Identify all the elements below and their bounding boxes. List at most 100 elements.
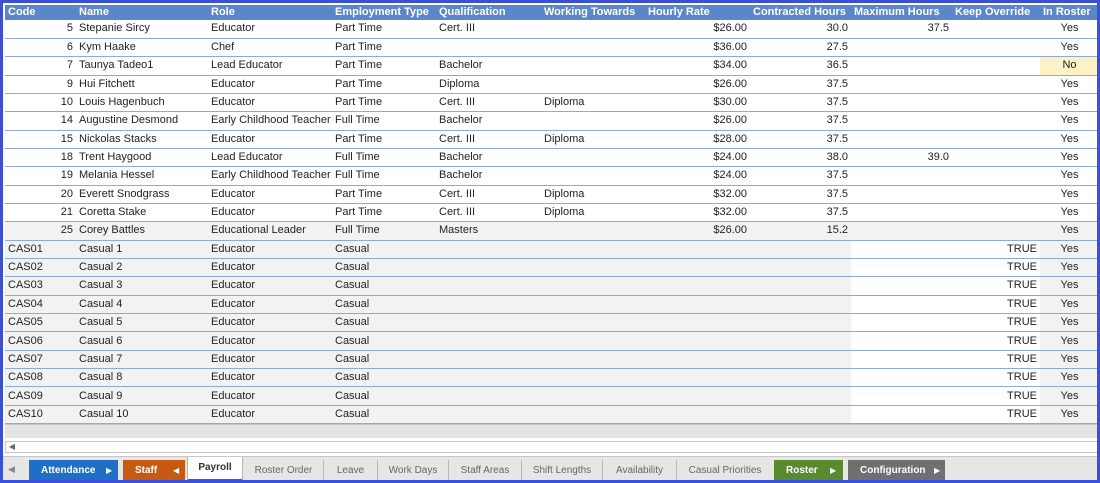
employment-type-cell[interactable]: Part Time <box>332 185 436 204</box>
employment-type-cell[interactable]: Casual <box>332 295 436 315</box>
column-header[interactable]: In Roster <box>1040 5 1097 20</box>
contracted-hours-cell[interactable] <box>750 240 851 259</box>
maximum-hours-cell[interactable] <box>851 56 952 76</box>
maximum-hours-cell[interactable] <box>851 221 952 241</box>
keep-override-cell[interactable] <box>952 185 1040 204</box>
qualification-cell[interactable]: Bachelor <box>436 148 541 168</box>
maximum-hours-cell[interactable]: 39.0 <box>851 148 952 168</box>
name-cell[interactable]: Louis Hagenbuch <box>76 93 208 113</box>
employment-type-cell[interactable]: Part Time <box>332 75 436 94</box>
role-cell[interactable]: Educator <box>208 93 332 113</box>
qualification-cell[interactable]: Diploma <box>436 75 541 94</box>
qualification-cell[interactable]: Masters <box>436 221 541 241</box>
name-cell[interactable]: Casual 6 <box>76 331 208 351</box>
hourly-rate-cell[interactable]: $32.00 <box>645 185 750 204</box>
tab-roster-order[interactable]: Roster Order <box>244 460 324 480</box>
role-cell[interactable]: Educator <box>208 313 332 333</box>
maximum-hours-cell[interactable] <box>851 93 952 113</box>
contracted-hours-cell[interactable]: 37.5 <box>750 166 851 186</box>
contracted-hours-cell[interactable] <box>750 386 851 406</box>
in-roster-cell[interactable]: Yes <box>1040 203 1097 223</box>
maximum-hours-cell[interactable] <box>851 111 952 131</box>
employment-type-cell[interactable]: Casual <box>332 350 436 370</box>
qualification-cell[interactable] <box>436 331 541 351</box>
working-towards-cell[interactable]: Diploma <box>541 130 645 149</box>
hourly-rate-cell[interactable] <box>645 276 750 296</box>
working-towards-cell[interactable] <box>541 295 645 315</box>
role-cell[interactable]: Educator <box>208 350 332 370</box>
contracted-hours-cell[interactable]: 37.5 <box>750 203 851 223</box>
keep-override-cell[interactable]: TRUE <box>952 258 1040 278</box>
working-towards-cell[interactable] <box>541 350 645 370</box>
hourly-rate-cell[interactable] <box>645 295 750 315</box>
tab-scroll-left-icon[interactable]: ◀ <box>8 464 15 475</box>
employment-type-cell[interactable]: Casual <box>332 313 436 333</box>
employment-type-cell[interactable]: Casual <box>332 276 436 296</box>
tab-roster[interactable]: Roster ▶ <box>774 460 843 480</box>
working-towards-cell[interactable]: Diploma <box>541 203 645 223</box>
employment-type-cell[interactable]: Casual <box>332 258 436 278</box>
role-cell[interactable]: Educator <box>208 185 332 204</box>
qualification-cell[interactable] <box>436 350 541 370</box>
qualification-cell[interactable] <box>436 276 541 296</box>
name-cell[interactable]: Casual 2 <box>76 258 208 278</box>
keep-override-cell[interactable]: TRUE <box>952 405 1040 425</box>
name-cell[interactable]: Casual 5 <box>76 313 208 333</box>
qualification-cell[interactable] <box>436 240 541 259</box>
contracted-hours-cell[interactable]: 37.5 <box>750 185 851 204</box>
working-towards-cell[interactable] <box>541 368 645 388</box>
column-header[interactable]: Working Towards <box>541 5 645 20</box>
hourly-rate-cell[interactable]: $26.00 <box>645 221 750 241</box>
hourly-rate-cell[interactable] <box>645 331 750 351</box>
name-cell[interactable]: Casual 8 <box>76 368 208 388</box>
in-roster-cell[interactable]: Yes <box>1040 130 1097 149</box>
employment-type-cell[interactable]: Part Time <box>332 20 436 39</box>
keep-override-cell[interactable]: TRUE <box>952 350 1040 370</box>
in-roster-cell[interactable]: Yes <box>1040 148 1097 168</box>
role-cell[interactable]: Lead Educator <box>208 56 332 76</box>
code-cell[interactable]: CAS07 <box>5 350 76 370</box>
hourly-rate-cell[interactable] <box>645 240 750 259</box>
name-cell[interactable]: Stepanie Sircy <box>76 20 208 39</box>
tab-casual-priorities[interactable]: Casual Priorities <box>677 460 773 480</box>
qualification-cell[interactable]: Cert. III <box>436 203 541 223</box>
hourly-rate-cell[interactable]: $26.00 <box>645 75 750 94</box>
column-header[interactable]: Keep Override <box>952 5 1040 20</box>
name-cell[interactable]: Hui Fitchett <box>76 75 208 94</box>
in-roster-cell[interactable]: Yes <box>1040 111 1097 131</box>
working-towards-cell[interactable] <box>541 166 645 186</box>
in-roster-cell[interactable]: Yes <box>1040 185 1097 204</box>
working-towards-cell[interactable] <box>541 148 645 168</box>
hourly-rate-cell[interactable]: $28.00 <box>645 130 750 149</box>
hourly-rate-cell[interactable]: $24.00 <box>645 166 750 186</box>
contracted-hours-cell[interactable]: 37.5 <box>750 130 851 149</box>
role-cell[interactable]: Educator <box>208 295 332 315</box>
working-towards-cell[interactable] <box>541 56 645 76</box>
name-cell[interactable]: Nickolas Stacks <box>76 130 208 149</box>
contracted-hours-cell[interactable]: 27.5 <box>750 38 851 58</box>
employment-type-cell[interactable]: Casual <box>332 386 436 406</box>
contracted-hours-cell[interactable]: 37.5 <box>750 75 851 94</box>
in-roster-cell[interactable]: Yes <box>1040 221 1097 241</box>
code-cell[interactable]: 10 <box>5 93 76 113</box>
keep-override-cell[interactable] <box>952 166 1040 186</box>
employment-type-cell[interactable]: Full Time <box>332 111 436 131</box>
column-header[interactable]: Employment Type <box>332 5 436 20</box>
role-cell[interactable]: Lead Educator <box>208 148 332 168</box>
hourly-rate-cell[interactable] <box>645 386 750 406</box>
tab-staff-areas[interactable]: Staff Areas <box>449 460 522 480</box>
column-header[interactable]: Maximum Hours <box>851 5 952 20</box>
column-header[interactable]: Name <box>76 5 208 20</box>
contracted-hours-cell[interactable] <box>750 405 851 425</box>
keep-override-cell[interactable]: TRUE <box>952 313 1040 333</box>
maximum-hours-cell[interactable] <box>851 386 952 406</box>
name-cell[interactable]: Melania Hessel <box>76 166 208 186</box>
tab-staff[interactable]: Staff ◀ <box>123 460 185 480</box>
working-towards-cell[interactable] <box>541 20 645 39</box>
keep-override-cell[interactable]: TRUE <box>952 295 1040 315</box>
keep-override-cell[interactable] <box>952 75 1040 94</box>
hourly-rate-cell[interactable] <box>645 350 750 370</box>
code-cell[interactable]: CAS10 <box>5 405 76 425</box>
keep-override-cell[interactable] <box>952 93 1040 113</box>
hourly-rate-cell[interactable]: $26.00 <box>645 111 750 131</box>
